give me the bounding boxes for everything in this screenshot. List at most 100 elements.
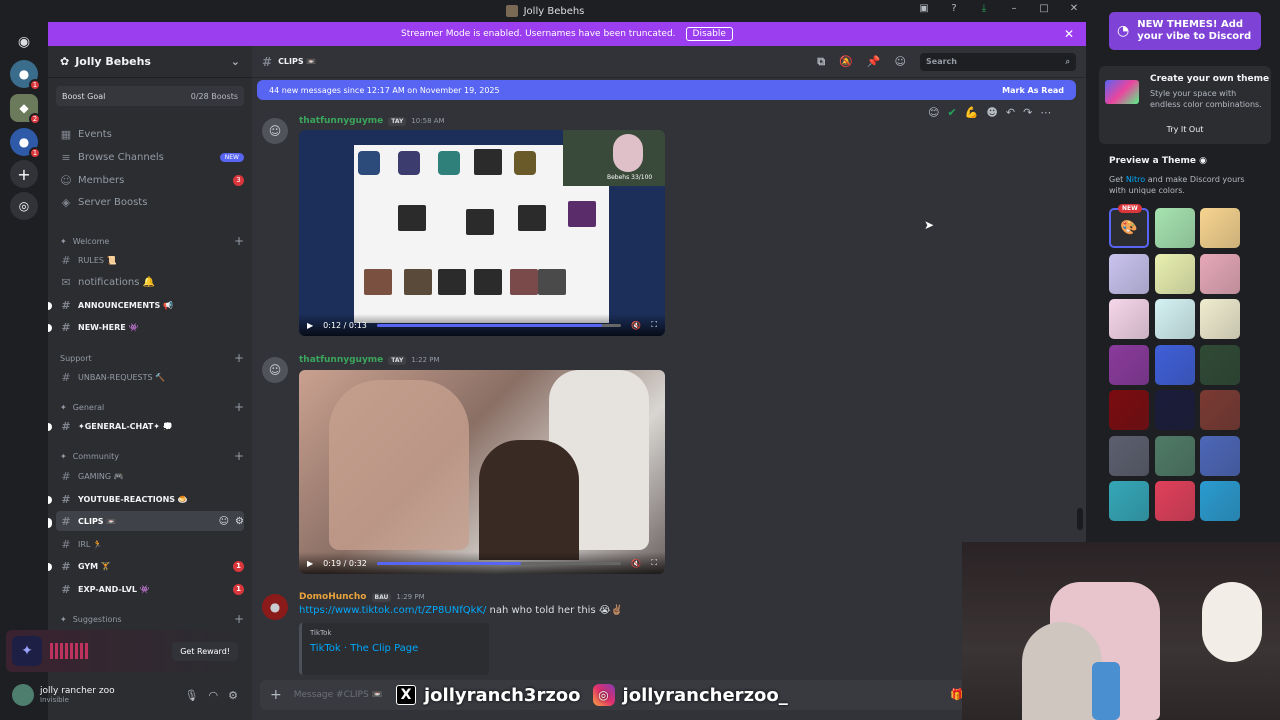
channel-general-chat[interactable]: # ✦GENERAL-CHAT✦ 💭 — [56, 416, 244, 436]
message-link[interactable]: https://www.tiktok.com/t/ZP8UNfQkK/ — [299, 605, 486, 616]
channel-exp-and-lvl[interactable]: # EXP-AND-LVL 👾 1 — [56, 579, 244, 599]
channel-gym[interactable]: # GYM 🏋 1 — [56, 556, 244, 576]
notifications-icon[interactable]: 🔕 — [839, 55, 853, 68]
discord-home-icon[interactable]: ◉ — [10, 28, 38, 56]
themes-promo[interactable]: ◔ NEW THEMES! Add your vibe to Discord — [1109, 12, 1261, 50]
video-progress[interactable] — [376, 323, 622, 327]
video-player[interactable]: ▶ 0:19 / 0:32 🔇 ⛶ — [299, 370, 665, 574]
theme-swatch[interactable] — [1109, 435, 1149, 476]
member-list-icon[interactable]: ☺ — [895, 55, 906, 68]
channel-announcements[interactable]: # ANNOUNCEMENTS 📢 — [56, 295, 244, 315]
embed-title[interactable]: TikTok · The Clip Page — [310, 643, 481, 654]
guild-icon[interactable]: ● 1 — [10, 60, 41, 91]
channel-irl[interactable]: # IRL 🏃 — [56, 534, 244, 554]
maximize-icon[interactable]: □ — [1036, 3, 1052, 14]
add-server-icon[interactable]: + — [10, 160, 38, 188]
close-icon[interactable]: ✕ — [1066, 3, 1082, 14]
gear-icon[interactable]: ⚙ — [235, 516, 244, 527]
boost-goal[interactable]: Boost Goal 0/28 Boosts — [56, 86, 244, 106]
discover-icon[interactable]: ◎ — [10, 192, 38, 220]
author-name[interactable]: DomoHuncho — [299, 592, 367, 602]
avatar[interactable] — [12, 684, 34, 706]
threads-icon[interactable]: ⧉ — [817, 55, 825, 69]
invite-icon[interactable]: ☺ — [219, 516, 229, 527]
check-icon[interactable]: ✔ — [947, 106, 956, 119]
volume-icon[interactable]: 🔇 — [631, 321, 641, 330]
forward-icon[interactable]: ↷ — [1023, 106, 1032, 119]
avatar[interactable]: ● — [262, 594, 288, 620]
video-player[interactable]: Bebehs 33/100 ▶ 0:12 / 0:13 🔇 ⛶ — [299, 130, 665, 336]
nav-server-boosts[interactable]: ◈ Server Boosts — [56, 192, 244, 212]
video-progress[interactable] — [376, 561, 622, 565]
nitro-link[interactable]: Nitro — [1126, 175, 1145, 184]
theme-swatch[interactable] — [1200, 344, 1240, 385]
author-name[interactable]: thatfunnyguyme — [299, 116, 383, 126]
theme-swatch[interactable] — [1155, 253, 1195, 294]
play-icon[interactable]: ▶ — [307, 559, 313, 568]
channel-new-here[interactable]: # NEW-HERE 👾 — [56, 317, 244, 337]
theme-swatch[interactable] — [1155, 208, 1195, 248]
category-welcome[interactable]: ✦ Welcome + — [56, 231, 244, 251]
nav-events[interactable]: ▦ Events — [56, 124, 244, 144]
add-attachment-icon[interactable]: + — [270, 687, 282, 703]
more-icon[interactable]: ⋯ — [1040, 106, 1051, 119]
category-general[interactable]: ✦ General + — [56, 397, 244, 417]
theme-swatch[interactable] — [1109, 481, 1149, 521]
get-reward-button[interactable]: Get Reward! — [172, 641, 238, 661]
author-name[interactable]: thatfunnyguyme — [299, 355, 383, 365]
inbox-icon[interactable]: ▣ — [916, 3, 932, 14]
guild-icon-active[interactable]: ◆ 2 — [10, 94, 41, 125]
close-icon[interactable]: ✕ — [1064, 27, 1074, 41]
minimize-icon[interactable]: – — [1006, 3, 1022, 14]
headphones-icon[interactable]: ◠ — [209, 689, 219, 702]
add-channel-icon[interactable]: + — [234, 449, 244, 463]
download-icon[interactable]: ⤓ — [976, 3, 992, 14]
search-input[interactable]: Search ⌕ — [920, 52, 1076, 71]
theme-swatch[interactable] — [1155, 344, 1195, 385]
channel-notifications[interactable]: ✉ notifications 🔔 — [56, 272, 244, 292]
nav-members[interactable]: ☺ Members 3 — [56, 170, 244, 190]
theme-swatch[interactable] — [1155, 299, 1195, 339]
theme-swatch[interactable] — [1200, 299, 1240, 339]
theme-swatch[interactable] — [1155, 390, 1195, 430]
pin-icon[interactable]: 📌 — [867, 55, 881, 68]
theme-swatch[interactable] — [1200, 253, 1240, 294]
new-messages-bar[interactable]: 44 new messages since 12:17 AM on Novemb… — [257, 80, 1076, 100]
microphone-icon[interactable]: 🎙 — [185, 689, 199, 702]
theme-swatch[interactable] — [1200, 481, 1240, 521]
theme-swatch[interactable] — [1109, 344, 1149, 385]
muscle-icon[interactable]: 💪 — [965, 106, 979, 119]
mark-as-read-button[interactable]: Mark As Read — [1002, 86, 1064, 95]
category-community[interactable]: ✦ Community + — [56, 446, 244, 466]
theme-swatch[interactable] — [1155, 481, 1195, 521]
emoji-icon[interactable]: 😊 — [928, 106, 939, 119]
theme-swatch[interactable] — [1155, 435, 1195, 476]
server-header[interactable]: ✿ Jolly Bebehs ⌄ — [48, 46, 252, 78]
fullscreen-icon[interactable]: ⛶ — [651, 558, 657, 568]
gear-icon[interactable]: ⚙ — [228, 689, 238, 702]
guild-icon[interactable]: ● 1 — [10, 128, 41, 159]
volume-icon[interactable]: 🔇 — [631, 559, 641, 568]
theme-swatch[interactable] — [1109, 390, 1149, 430]
category-suggestions[interactable]: ✦ Suggestions + — [56, 609, 244, 629]
channel-gaming[interactable]: # GAMING 🎮 — [56, 466, 244, 486]
add-channel-icon[interactable]: + — [234, 612, 244, 626]
try-it-out-button[interactable]: Try It Out — [1105, 120, 1265, 138]
channel-youtube-reactions[interactable]: # YOUTUBE-REACTIONS 🍮 — [56, 489, 244, 509]
theme-swatch-custom[interactable]: 🎨 — [1109, 208, 1149, 248]
disable-button[interactable]: Disable — [685, 27, 733, 41]
channel-unban-requests[interactable]: # UNBAN-REQUESTS 🔨 — [56, 367, 244, 387]
theme-swatch[interactable] — [1109, 299, 1149, 339]
help-icon[interactable]: ? — [946, 3, 962, 14]
avatar[interactable]: ☺ — [262, 118, 288, 144]
avatar[interactable]: ☺ — [262, 357, 288, 383]
fullscreen-icon[interactable]: ⛶ — [651, 320, 657, 330]
add-channel-icon[interactable]: + — [234, 400, 244, 414]
category-support[interactable]: Support + — [56, 348, 244, 368]
theme-swatch[interactable] — [1200, 208, 1240, 248]
add-channel-icon[interactable]: + — [234, 234, 244, 248]
add-reaction-icon[interactable]: ☻ — [986, 106, 997, 119]
nav-browse-channels[interactable]: ≡ Browse Channels NEW — [56, 147, 244, 167]
add-channel-icon[interactable]: + — [234, 351, 244, 365]
channel-rules[interactable]: # RULES 📜 — [56, 250, 244, 270]
